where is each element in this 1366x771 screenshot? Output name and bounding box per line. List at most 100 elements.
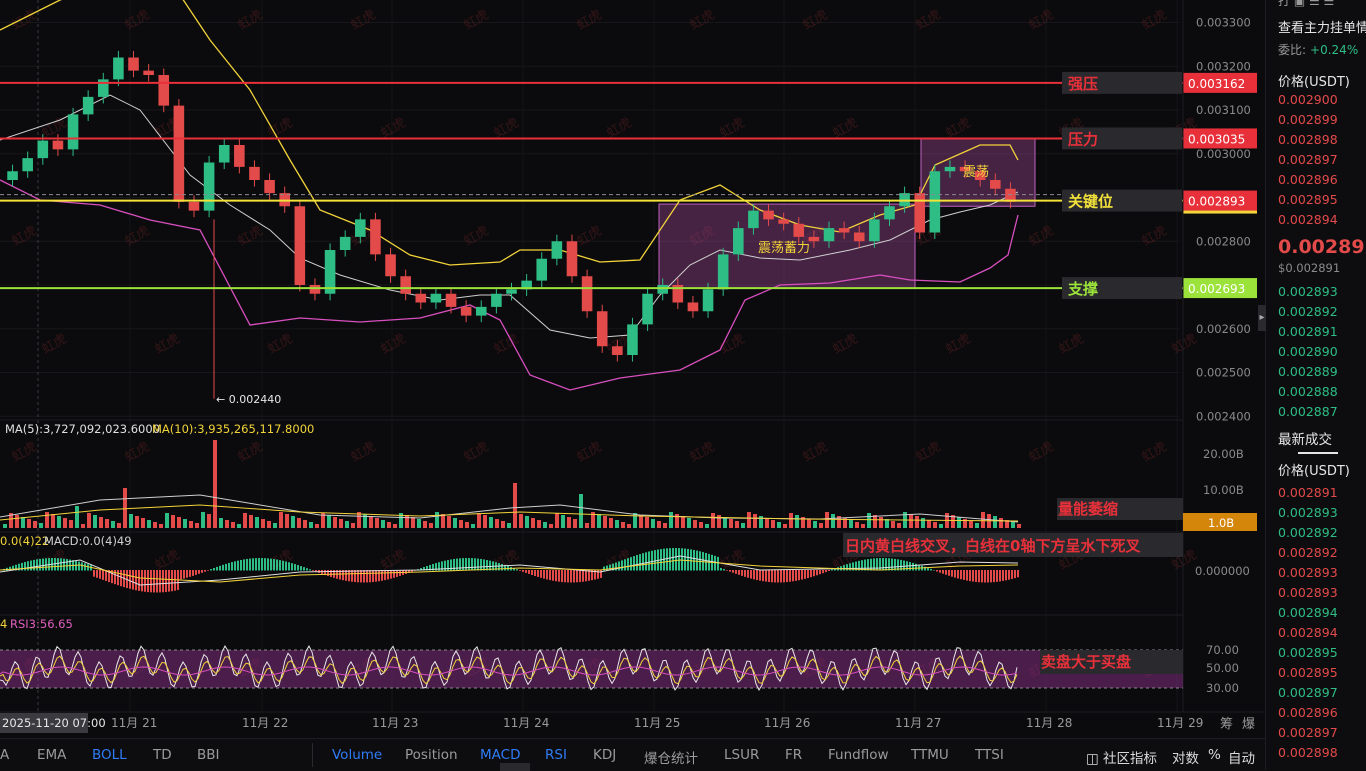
watermark: 虹虎 xyxy=(123,223,153,249)
macd-bar xyxy=(396,570,398,577)
candle xyxy=(657,285,668,294)
volume-bar xyxy=(549,524,553,528)
volume-bar xyxy=(21,517,25,528)
volume-bar xyxy=(405,515,409,528)
candle xyxy=(627,324,638,355)
watermark: 虹虎 xyxy=(914,7,944,33)
toolbar-item-rsi[interactable]: RSI xyxy=(545,747,567,763)
candle xyxy=(990,180,1001,189)
macd-bar xyxy=(678,548,680,571)
macd-bar xyxy=(552,570,554,581)
volume-bar xyxy=(123,488,127,528)
macd-bar xyxy=(162,570,164,593)
toolbar-community[interactable]: ◫ 社区指标 xyxy=(1086,747,1157,767)
watermark: 虹虎 xyxy=(718,331,748,357)
macd-bar xyxy=(501,563,503,571)
price-tag-label: 0.003035 xyxy=(1188,132,1245,146)
macd-bar xyxy=(258,558,260,571)
volume-bar xyxy=(75,506,79,528)
toolbar-item-td[interactable]: TD xyxy=(153,747,172,763)
toolbar-item-kdj[interactable]: KDJ xyxy=(593,747,616,763)
ask-price: 0.002900 xyxy=(1278,92,1338,107)
toolbar-item-fr[interactable]: FR xyxy=(785,747,802,763)
candle xyxy=(536,258,548,281)
macd-bar xyxy=(516,569,518,571)
watermark: 虹虎 xyxy=(1140,223,1170,249)
candle xyxy=(763,210,774,220)
volume-bar xyxy=(387,522,391,528)
toolbar-item-bbi[interactable]: BBI xyxy=(197,747,220,763)
macd-bar xyxy=(867,559,869,571)
toolbar-item-ttmu[interactable]: TTMU xyxy=(911,747,949,763)
volume-bar xyxy=(633,513,637,528)
time-label: 11月 26 xyxy=(764,716,810,730)
macd-bar xyxy=(939,570,941,573)
ask-price: 0.002899 xyxy=(1278,112,1338,127)
macd-bar xyxy=(474,558,476,571)
volume-bar xyxy=(453,518,457,528)
macd-bar xyxy=(984,570,986,583)
macd-bar xyxy=(585,570,587,582)
macd-bar xyxy=(147,570,149,593)
watermark: 虹虎 xyxy=(831,331,861,357)
macd-bar xyxy=(933,569,935,571)
toolbar-item-lsur[interactable]: LSUR xyxy=(724,747,759,763)
watermark: 虹虎 xyxy=(236,7,266,33)
toolbar-pct[interactable]: % xyxy=(1208,747,1221,763)
macd-bar xyxy=(360,570,362,583)
macd-bar xyxy=(351,570,353,582)
time-start-label: 2025-11-20 07:00 xyxy=(2,716,106,730)
volume-bar xyxy=(771,520,775,528)
macd-bar xyxy=(45,558,47,571)
price-chart[interactable]: 虹虎 虹虎 虹虎 虹虎 虹虎 虹虎 虹虎 虹虎 虹虎 虹虎 虹虎虹虎 虹虎 虹虎 虹虎 虹虎 虹虎 虹虎 虹虎 虹虎… xyxy=(0,0,1265,738)
candle xyxy=(793,223,805,237)
bid-price: 0.002888 xyxy=(1278,384,1338,399)
macd-bar xyxy=(546,570,548,580)
macd-bar xyxy=(372,570,374,583)
toolbar-item-[interactable]: 爆仓统计 xyxy=(644,747,698,767)
volume-bar xyxy=(243,513,247,528)
macd-bar xyxy=(384,570,386,581)
toolbar-log[interactable]: 对数 xyxy=(1172,747,1199,767)
macd-tick: 0.000000 xyxy=(1195,564,1250,578)
toolbar-item-volume[interactable]: Volume xyxy=(332,747,382,763)
macd-bar xyxy=(120,570,122,587)
volume-bar xyxy=(231,522,235,528)
volume-bar xyxy=(369,516,373,528)
macd-bar xyxy=(885,558,887,571)
level-note: 强压 xyxy=(1068,75,1098,93)
toolbar-item-ttsi[interactable]: TTSI xyxy=(975,747,1004,763)
volume-bar xyxy=(627,524,631,528)
toolbar-item-ema[interactable]: EMA xyxy=(37,747,66,763)
toolbar-item-boll[interactable]: BOLL xyxy=(92,747,127,763)
toolbar-item-fundflow[interactable]: Fundflow xyxy=(828,747,889,763)
volume-bar xyxy=(861,524,865,528)
macd-bar xyxy=(375,570,377,582)
toolbar-auto[interactable]: 自动 xyxy=(1228,747,1255,767)
volume-bar xyxy=(483,515,487,528)
macd-bar xyxy=(993,570,995,583)
candle xyxy=(702,289,714,312)
volume-bar xyxy=(537,520,541,528)
macd-bar xyxy=(693,549,695,571)
macd-bar xyxy=(363,570,365,583)
rsi-tick: 30.00 xyxy=(1206,681,1239,695)
macd-bar xyxy=(990,570,992,583)
macd-bar xyxy=(579,570,581,583)
macd-bar xyxy=(747,570,749,578)
side-top-icons: 打 ▣ ☰ ☰ xyxy=(1278,0,1335,8)
trades-underline xyxy=(1298,452,1338,454)
toolbar-item-position[interactable]: Position xyxy=(405,747,458,763)
volume-bar xyxy=(1011,522,1015,528)
toolbar-item-a[interactable]: A xyxy=(0,747,9,763)
volume-bar xyxy=(147,520,151,528)
volume-bar xyxy=(141,518,145,528)
candle xyxy=(929,171,941,233)
macd-bar xyxy=(966,570,968,581)
toolbar-item-macd[interactable]: MACD xyxy=(480,747,520,763)
macd-bar xyxy=(156,570,158,593)
macd-bar xyxy=(930,568,932,571)
volume-bar xyxy=(501,521,505,528)
panel-collapse-handle[interactable]: ▸ xyxy=(1258,305,1266,331)
watermark: 虹虎 xyxy=(266,331,296,357)
